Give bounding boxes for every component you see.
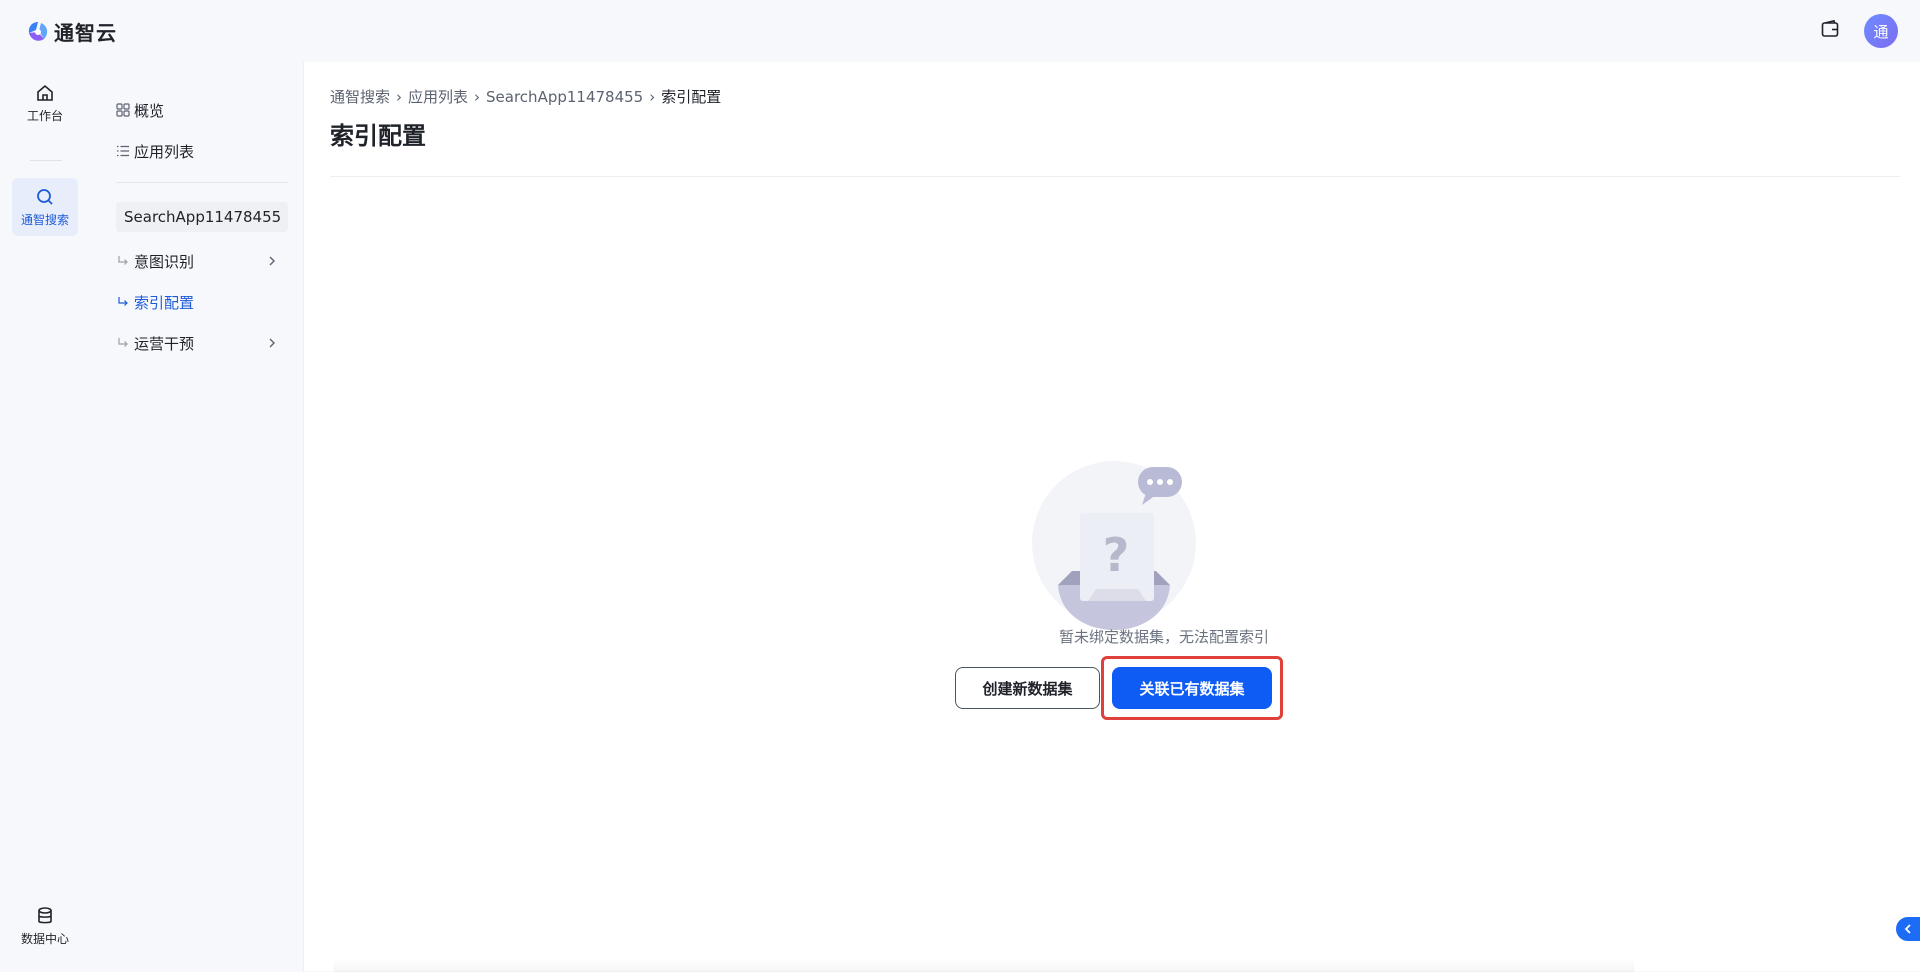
nav-item-label: 索引配置 (134, 293, 195, 312)
rail-divider (30, 160, 62, 161)
nav-item-overview[interactable]: 概览 (116, 96, 164, 124)
bottom-shadow (334, 958, 1634, 972)
grid-icon (116, 103, 130, 117)
nav-item-operations[interactable]: 运营干预 (116, 329, 288, 357)
nav-item-intent-recognition[interactable]: 意图识别 (116, 247, 288, 275)
sub-item-arrow-icon (118, 338, 128, 347)
top-bar: 通智云 通 (0, 0, 1920, 62)
search-icon (37, 188, 53, 205)
create-dataset-button[interactable]: 创建新数据集 (955, 667, 1100, 709)
rail-item-label: 数据中心 (20, 931, 69, 946)
chevron-right-icon (269, 338, 275, 348)
link-existing-dataset-button[interactable]: 关联已有数据集 (1112, 667, 1272, 709)
brand-logo[interactable]: 通智云 (26, 17, 117, 46)
nav-divider (116, 182, 288, 183)
breadcrumb: 通智搜索 › 应用列表 › SearchApp11478455 › 索引配置 (330, 86, 721, 107)
left-rail: 工作台 通智搜索 数据中心 (0, 62, 90, 971)
wallet-icon[interactable] (1820, 19, 1840, 43)
nav-item-label: 概览 (134, 101, 165, 120)
current-app-name[interactable]: SearchApp11478455 (116, 202, 288, 232)
rail-item-label: 工作台 (26, 108, 63, 123)
brand-logo-icon (28, 21, 48, 41)
nav-item-label: 应用列表 (134, 142, 195, 161)
rail-item-data-center[interactable]: 数据中心 (12, 897, 78, 955)
rail-item-search[interactable]: 通智搜索 (12, 178, 78, 236)
breadcrumb-item[interactable]: SearchApp11478455 (486, 88, 643, 106)
collapse-panel-tab[interactable] (1896, 917, 1920, 941)
page-title: 索引配置 (330, 122, 426, 150)
top-right-actions: 通 (1820, 14, 1898, 48)
svg-text:?: ? (1103, 528, 1130, 582)
chevron-right-icon (269, 256, 275, 266)
nav-item-label: 意图识别 (134, 252, 195, 271)
home-icon (37, 84, 53, 101)
chevron-left-icon (1904, 924, 1911, 934)
breadcrumb-item[interactable]: 通智搜索 (330, 86, 390, 107)
nav-item-label: 运营干预 (134, 334, 195, 353)
brand-name: 通智云 (54, 21, 117, 45)
rail-item-label: 通智搜索 (20, 212, 69, 227)
nav-item-app-list[interactable]: 应用列表 (116, 137, 194, 165)
sub-item-arrow-icon (118, 256, 128, 265)
database-icon (38, 906, 52, 923)
breadcrumb-separator-icon: › (649, 87, 656, 106)
list-icon (117, 145, 129, 157)
breadcrumb-separator-icon: › (474, 87, 481, 106)
breadcrumb-item[interactable]: 应用列表 (408, 86, 468, 107)
breadcrumb-separator-icon: › (396, 87, 403, 106)
rail-item-workbench[interactable]: 工作台 (12, 74, 78, 132)
title-divider (330, 176, 1900, 177)
empty-state-message: 暂未绑定数据集，无法配置索引 (1058, 628, 1269, 646)
main-content: 通智搜索 › 应用列表 › SearchApp11478455 › 索引配置 索… (304, 62, 1920, 972)
breadcrumb-current: 索引配置 (661, 88, 722, 106)
user-avatar[interactable]: 通 (1864, 14, 1898, 48)
nav-item-index-config[interactable]: 索引配置 (116, 288, 194, 316)
secondary-nav: 概览 应用列表 SearchApp11478455 意图识别 索引配置 运营干预 (90, 62, 304, 971)
sub-item-arrow-icon (118, 297, 128, 306)
